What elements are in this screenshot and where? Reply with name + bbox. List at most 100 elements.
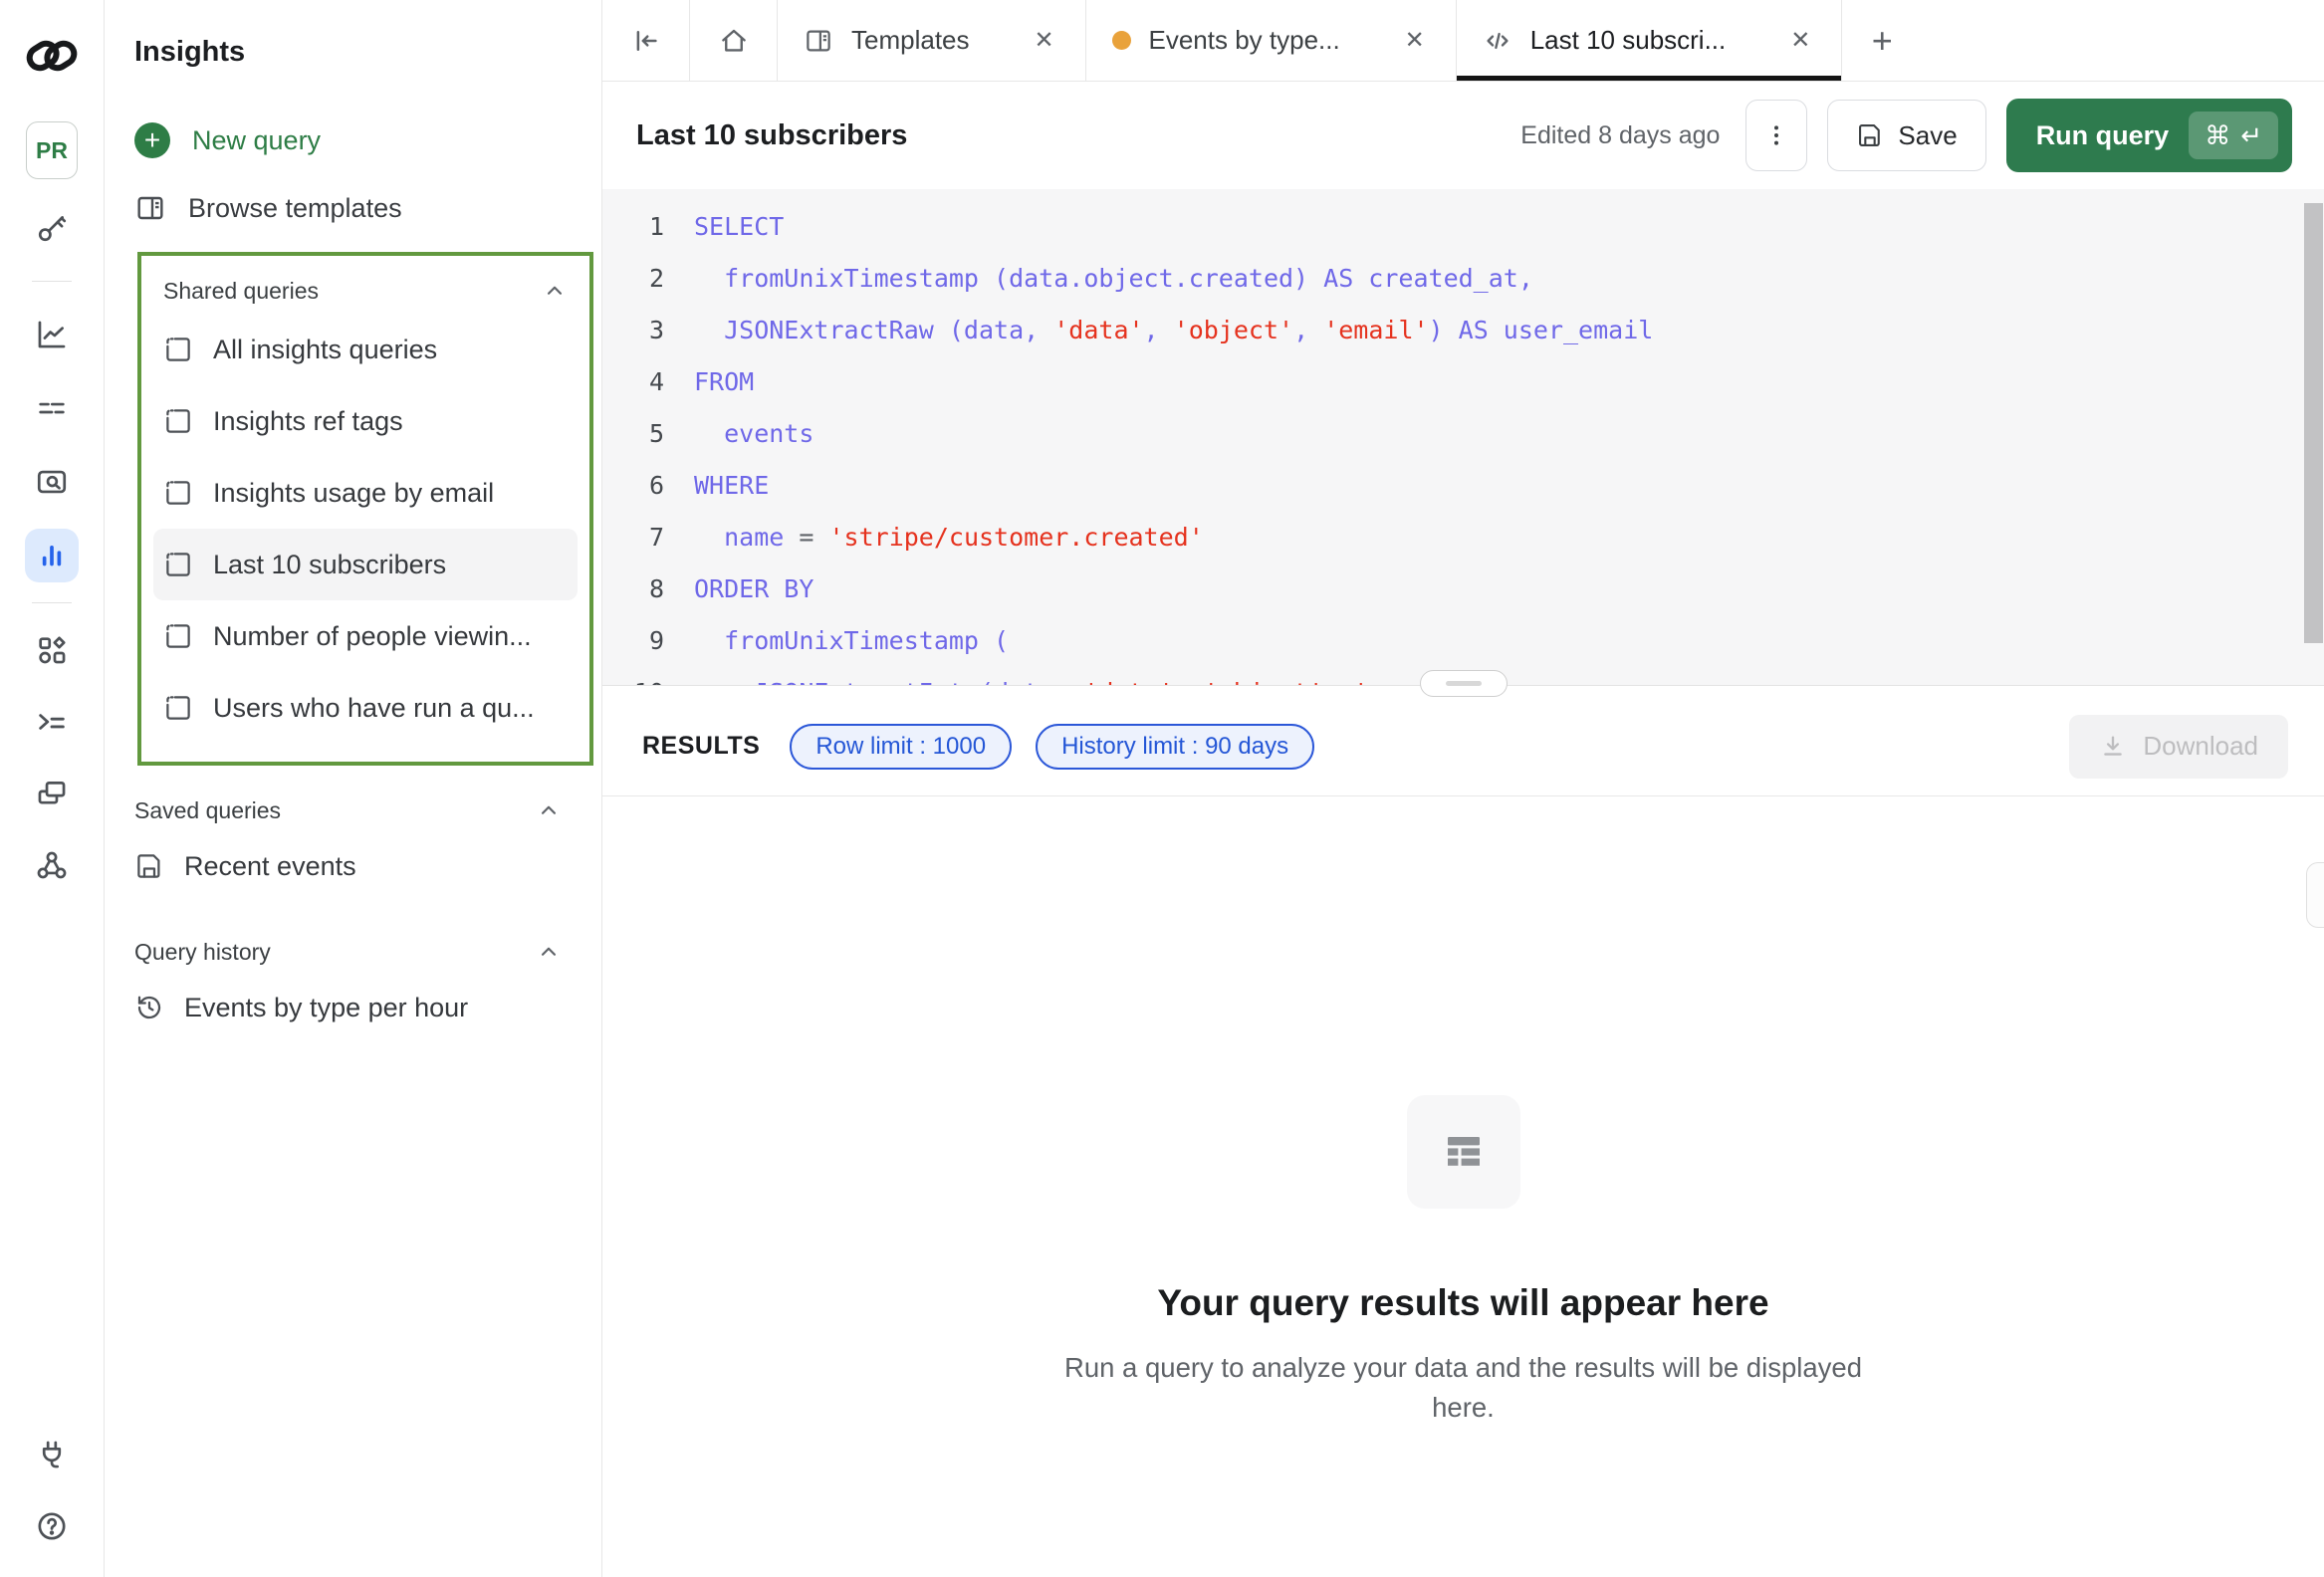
- history-icon: [134, 993, 164, 1022]
- rail-divider: [32, 281, 72, 282]
- grip-bar-icon: [1446, 681, 1482, 686]
- results-toolbar: RESULTS Row limit : 1000 History limit :…: [602, 697, 2324, 796]
- bar-chart-icon[interactable]: [25, 529, 79, 582]
- templates-icon: [134, 192, 166, 224]
- page-title: Insights: [105, 0, 601, 69]
- download-button[interactable]: Download: [2069, 715, 2288, 779]
- tab-last-10-subscribers[interactable]: Last 10 subscri... ✕: [1457, 0, 1843, 81]
- browse-templates-label: Browse templates: [188, 193, 402, 224]
- sidebar-item-insights-ref-tags[interactable]: Insights ref tags: [153, 385, 578, 457]
- avatar-initials: PR: [36, 137, 68, 164]
- query-template-icon: [163, 478, 193, 508]
- save-button[interactable]: Save: [1827, 100, 1985, 171]
- shared-queries-section: Shared queries All insights queries Insi…: [137, 252, 593, 766]
- query-history-header[interactable]: Query history: [105, 929, 601, 975]
- query-history-label: Query history: [134, 939, 271, 966]
- new-query-button[interactable]: + New query: [105, 111, 601, 170]
- chevron-up-icon: [536, 939, 562, 965]
- shared-queries-header[interactable]: Shared queries: [153, 268, 578, 314]
- shapes-icon[interactable]: [25, 623, 79, 677]
- editor-scrollbar[interactable]: [2304, 203, 2323, 643]
- save-label: Save: [1898, 120, 1957, 151]
- tab-label: Last 10 subscri...: [1530, 25, 1727, 56]
- query-template-icon: [163, 335, 193, 364]
- sidebar-item-events-by-type-per-hour[interactable]: Events by type per hour: [105, 975, 601, 1040]
- saved-queries-header[interactable]: Saved queries: [105, 788, 601, 833]
- close-tab-icon[interactable]: ✕: [1030, 26, 1059, 56]
- run-query-label: Run query: [2036, 120, 2170, 151]
- console-icon[interactable]: [25, 695, 79, 749]
- code-line: 1SELECT: [602, 201, 2324, 253]
- sidebar-item-label: Number of people viewin...: [213, 621, 532, 652]
- plug-icon[interactable]: [25, 1428, 79, 1481]
- tab-templates[interactable]: Templates ✕: [778, 0, 1086, 81]
- sidebar-item-recent-events[interactable]: Recent events: [105, 833, 601, 899]
- code-icon: [1483, 26, 1512, 56]
- sidebar: Insights + New query Browse templates Sh…: [105, 0, 602, 1577]
- right-panel-handle[interactable]: [2306, 862, 2324, 928]
- code-lines: 1SELECT2 fromUnixTimestamp (data.object.…: [602, 201, 2324, 685]
- limit-pills: Row limit : 1000 History limit : 90 days: [790, 724, 1314, 770]
- more-options-button[interactable]: [1745, 100, 1807, 171]
- code-line: 2 fromUnixTimestamp (data.object.created…: [602, 253, 2324, 305]
- close-tab-icon[interactable]: ✕: [1400, 26, 1430, 56]
- collapse-sidebar-button[interactable]: [602, 0, 690, 81]
- empty-state-subtitle: Run a query to analyze your data and the…: [1064, 1348, 1862, 1428]
- chevron-up-icon: [536, 797, 562, 823]
- templates-icon: [804, 26, 833, 56]
- table-icon: [1440, 1128, 1488, 1176]
- code-line: 3 JSONExtractRaw (data, 'data', 'object'…: [602, 305, 2324, 356]
- home-button[interactable]: [690, 0, 778, 81]
- sql-editor[interactable]: 1SELECT2 fromUnixTimestamp (data.object.…: [602, 189, 2324, 685]
- query-header-actions: Edited 8 days ago Save Run query ⌘ ↵: [1520, 99, 2292, 172]
- brand-logo-icon[interactable]: [24, 28, 80, 84]
- search-doc-icon[interactable]: [25, 455, 79, 509]
- code-line: 4FROM: [602, 356, 2324, 408]
- sidebar-item-label: Recent events: [184, 851, 356, 882]
- sidebar-item-users-who-have-run-a-query[interactable]: Users who have run a qu...: [153, 672, 578, 744]
- download-icon: [2099, 733, 2127, 761]
- code-line: 9 fromUnixTimestamp (: [602, 615, 2324, 667]
- keyboard-shortcut-badge: ⌘ ↵: [2189, 112, 2278, 159]
- plus-icon: +: [134, 122, 170, 158]
- results-area: Your query results will appear here Run …: [602, 796, 2324, 1577]
- kebab-menu-icon: [1762, 121, 1790, 149]
- query-template-icon: [163, 550, 193, 579]
- sidebar-item-number-of-people-viewing[interactable]: Number of people viewin...: [153, 600, 578, 672]
- tab-label: Templates: [851, 25, 970, 56]
- sidebar-item-label: Insights ref tags: [213, 406, 403, 437]
- results-label: RESULTS: [642, 732, 760, 761]
- query-template-icon: [163, 406, 193, 436]
- help-icon[interactable]: [25, 1499, 79, 1553]
- sidebar-item-label: Last 10 subscribers: [213, 550, 446, 580]
- app-window: PR: [0, 0, 2324, 1577]
- resize-grip[interactable]: [1420, 670, 1508, 697]
- tab-label: Events by type...: [1149, 25, 1340, 56]
- code-line: 6WHERE: [602, 460, 2324, 512]
- tab-events-by-type[interactable]: Events by type... ✕: [1086, 0, 1457, 81]
- unsaved-dot-icon: [1112, 31, 1131, 50]
- collapse-left-icon: [631, 26, 661, 56]
- close-tab-icon[interactable]: ✕: [1785, 26, 1815, 56]
- sidebar-item-label: Events by type per hour: [184, 993, 468, 1023]
- windows-icon[interactable]: [25, 767, 79, 820]
- empty-state-title: Your query results will appear here: [1157, 1282, 1768, 1324]
- avatar[interactable]: PR: [26, 121, 78, 179]
- query-header: Last 10 subscribers Edited 8 days ago Sa…: [602, 82, 2324, 189]
- new-tab-button[interactable]: +: [1842, 0, 1922, 81]
- sidebar-item-insights-usage-by-email[interactable]: Insights usage by email: [153, 457, 578, 529]
- shared-queries-label: Shared queries: [163, 278, 319, 305]
- main-panel: Templates ✕ Events by type... ✕ Last 10 …: [602, 0, 2324, 1577]
- key-icon[interactable]: [25, 201, 79, 255]
- filter-lines-icon[interactable]: [25, 381, 79, 435]
- edited-timestamp: Edited 8 days ago: [1520, 121, 1720, 150]
- line-chart-icon[interactable]: [25, 308, 79, 361]
- query-title: Last 10 subscribers: [636, 119, 907, 152]
- run-query-button[interactable]: Run query ⌘ ↵: [2006, 99, 2292, 172]
- browse-templates-button[interactable]: Browse templates: [105, 178, 601, 238]
- history-limit-pill[interactable]: History limit : 90 days: [1036, 724, 1314, 770]
- sidebar-item-last-10-subscribers[interactable]: Last 10 subscribers: [153, 529, 578, 600]
- row-limit-pill[interactable]: Row limit : 1000: [790, 724, 1012, 770]
- webhook-icon[interactable]: [25, 838, 79, 892]
- sidebar-item-all-insights-queries[interactable]: All insights queries: [153, 314, 578, 385]
